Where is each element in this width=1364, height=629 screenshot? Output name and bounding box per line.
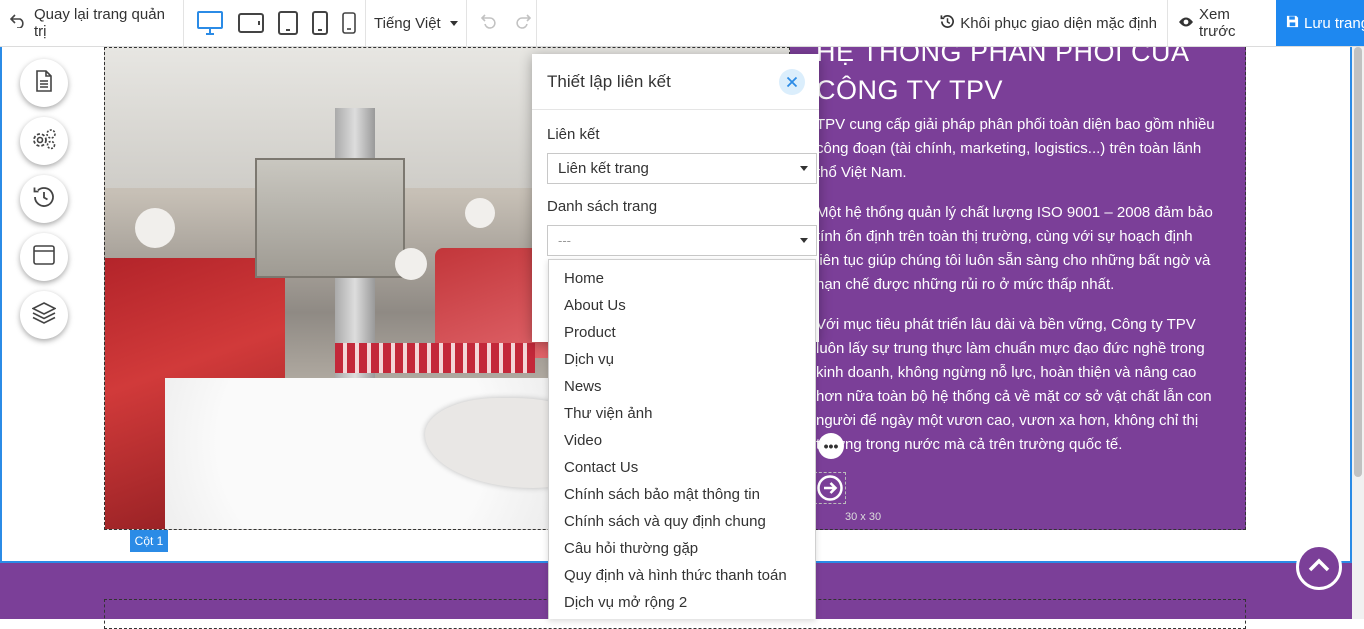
dropdown-option[interactable]: Home [549,265,815,292]
link-type-select[interactable]: Liên kết trang [547,153,817,184]
save-icon [1286,15,1304,32]
section-heading[interactable]: HỆ THỐNG PHÂN PHỐI CỦA CÔNG TY TPV [816,47,1236,109]
page-list-placeholder: --- [558,233,571,248]
panel-header: Thiết lập liên kết [532,54,819,110]
save-page-label: Lưu trang [1304,14,1364,32]
link-type-value: Liên kết trang [558,160,649,177]
paragraph-3[interactable]: Với mục tiêu phát triển lâu dài và bền v… [816,313,1220,457]
save-page-button[interactable]: Lưu trang [1276,0,1364,46]
heading-line-1: HỆ THỐNG PHÂN PHỐI CỦA [816,47,1190,67]
photo-worker [465,198,495,228]
paragraph-2[interactable]: Một hệ thống quản lý chất lượng ISO 9001… [816,201,1220,297]
dropdown-option[interactable]: Product [549,319,815,346]
undo-icon[interactable] [480,13,497,34]
language-select[interactable]: Tiếng Việt [366,0,467,46]
dropdown-option[interactable]: Thư viện ảnh [549,400,815,427]
dropdown-option[interactable]: Chính sách và quy định chung [549,508,815,535]
dropdown-option[interactable]: Câu hỏi thường gặp [549,535,815,562]
page-list-select[interactable]: --- [547,225,817,256]
history-icon [940,14,960,33]
chevron-down-icon [450,20,458,26]
dropdown-option[interactable]: Video [549,427,815,454]
redo-icon[interactable] [515,13,532,34]
history-controls [467,0,537,46]
photo-blister-strip [335,343,535,373]
page-icon [35,69,53,97]
page-scrollbar[interactable] [1352,47,1364,619]
dropdown-option[interactable]: Dịch vụ [549,346,815,373]
scrollbar-thumb[interactable] [1354,47,1362,477]
chevron-down-icon [800,238,808,243]
page-list-label: Danh sách trang [547,198,658,215]
tablet-landscape-icon[interactable] [238,12,264,34]
preview-button[interactable]: Xem trước [1168,0,1276,46]
dropdown-option[interactable]: Quy định và hình thức thanh toán [549,562,815,589]
paragraph-1[interactable]: TPV cung cấp giải pháp phân phối toàn di… [816,113,1220,185]
layout-icon [33,244,55,270]
back-to-admin-button[interactable]: Quay lại trang quản trị [0,0,184,46]
back-to-admin-label: Quay lại trang quản trị [34,6,165,40]
undo-arrow-icon [9,14,34,32]
eye-icon [1178,15,1199,32]
device-switcher [184,0,366,46]
preview-label: Xem trước [1199,6,1236,40]
dropdown-option[interactable]: Chính sách bảo mật thông tin [549,481,815,508]
restore-default-label: Khôi phục giao diện mặc định [960,14,1157,32]
more-options-icon[interactable]: ••• [818,433,844,459]
chevron-down-icon [800,166,808,171]
panel-title: Thiết lập liên kết [547,71,671,91]
close-icon[interactable] [779,68,805,95]
dropdown-option[interactable]: Dịch vụ mở rộng 2 [549,589,815,616]
panel-body: Liên kết Liên kết trang Danh sách trang … [532,110,819,256]
photo-machine [255,158,405,278]
content-column: HỆ THỐNG PHÂN PHỐI CỦA CÔNG TY TPV TPV c… [790,47,1246,530]
photo-worker [135,208,175,248]
layers-panel-button[interactable] [20,291,68,339]
settings-icon [30,127,58,156]
photo-worker [395,248,427,280]
history-icon [32,185,56,214]
language-value: Tiếng Việt [374,14,441,32]
page-list-dropdown: Home About Us Product Dịch vụ News Thư v… [548,259,816,619]
layers-icon [31,301,57,329]
tablet-portrait-icon[interactable] [278,11,298,35]
desktop-icon[interactable] [196,10,224,36]
phone-small-icon[interactable] [342,12,356,34]
phone-large-icon[interactable] [312,11,328,35]
dropdown-option[interactable]: Contact Us [549,454,815,481]
dropdown-option[interactable]: News [549,373,815,400]
layout-panel-button[interactable] [20,233,68,281]
heading-line-2: CÔNG TY TPV [816,75,1004,105]
column-tag[interactable]: Cột 1 [130,530,168,552]
restore-default-button[interactable]: Khôi phục giao diện mặc định [930,0,1168,46]
scroll-to-top-button[interactable] [1296,544,1342,590]
icon-size-label: 30 x 30 [845,511,882,523]
page-settings-button[interactable] [20,59,68,107]
top-toolbar: Quay lại trang quản trị Tiếng Việt Khôi … [0,0,1364,47]
site-settings-button[interactable] [20,117,68,165]
dropdown-option[interactable]: About Us [549,292,815,319]
link-type-label: Liên kết [547,126,600,143]
history-panel-button[interactable] [20,175,68,223]
chevron-up-icon [1308,558,1330,577]
arrow-right-circle-icon[interactable] [814,472,846,504]
